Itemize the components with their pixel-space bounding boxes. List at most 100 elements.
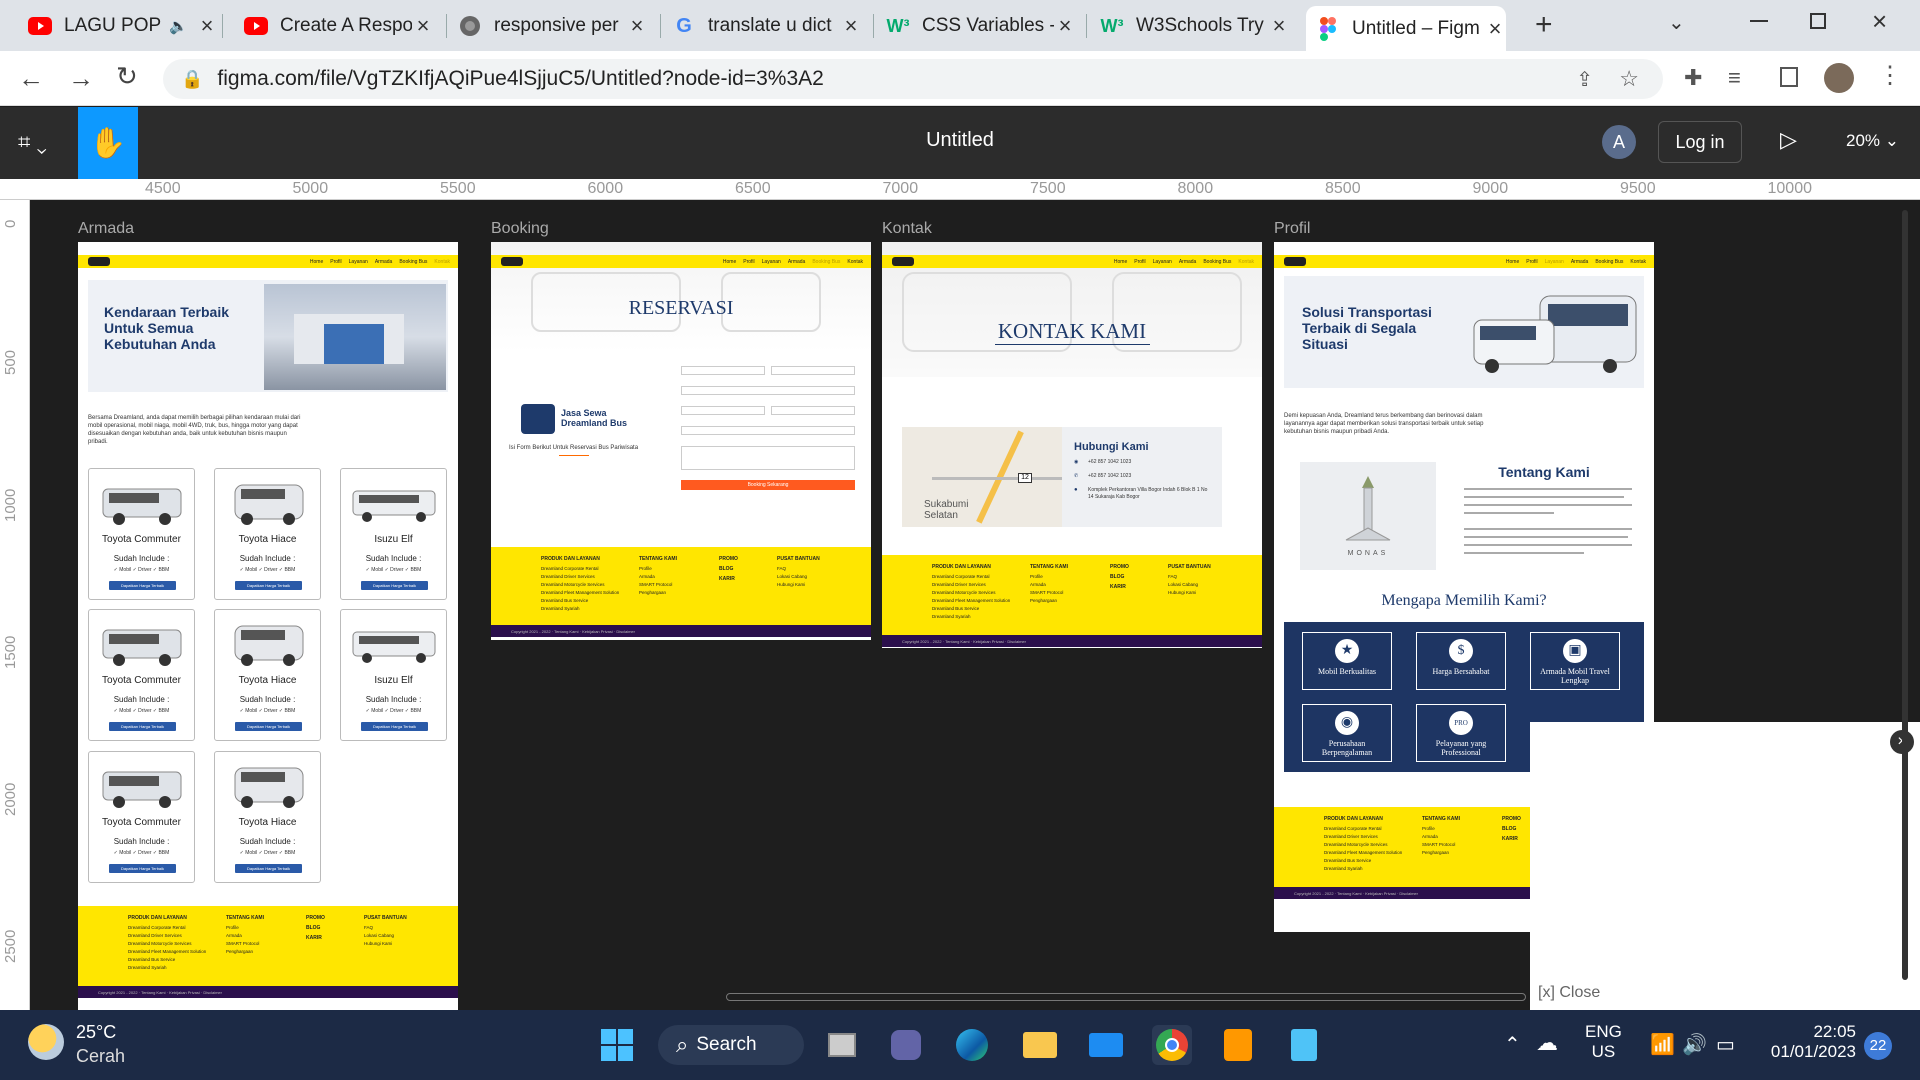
close-tab-icon[interactable]: × xyxy=(196,13,218,39)
nav-booking[interactable]: Booking Bus xyxy=(1595,259,1623,265)
price-button[interactable]: Dapatkan Harga Terbaik xyxy=(235,581,302,590)
volume-icon[interactable]: 🔊 xyxy=(1682,1032,1707,1057)
side-panel-icon[interactable] xyxy=(1780,67,1798,87)
edge-icon[interactable] xyxy=(952,1025,992,1065)
chrome-icon[interactable] xyxy=(1152,1025,1192,1065)
nav-profil[interactable]: Profil xyxy=(330,259,341,265)
close-tab-icon[interactable]: × xyxy=(412,13,434,39)
end-date-input[interactable] xyxy=(771,406,855,415)
close-tab-icon[interactable]: × xyxy=(1484,16,1506,42)
booking-submit-button[interactable]: Booking Sekarang xyxy=(681,480,855,490)
tab-translate[interactable]: G translate u dict × xyxy=(662,6,862,46)
price-button[interactable]: Dapatkan Harga Terbaik xyxy=(361,581,428,590)
nav-booking[interactable]: Booking Bus xyxy=(399,259,427,265)
figma-canvas[interactable]: Armada Home Profil Layanan Armada Bookin… xyxy=(30,200,1920,1010)
vehicle-card[interactable]: Isuzu Elf Sudah Include : ✓ Mobil ✓ Driv… xyxy=(340,609,447,741)
extensions-icon[interactable]: ✚ xyxy=(1684,65,1702,91)
tab-lagu-pop[interactable]: LAGU POP 🔈 × xyxy=(18,6,218,46)
language-indicator[interactable]: ENG US xyxy=(1585,1022,1622,1062)
frame-armada[interactable]: Home Profil Layanan Armada Booking Bus K… xyxy=(78,242,458,1010)
tab-search-icon[interactable]: ⌄ xyxy=(1668,10,1685,35)
start-date-input[interactable] xyxy=(681,406,765,415)
maximize-button[interactable] xyxy=(1810,13,1826,29)
frame-label-armada[interactable]: Armada xyxy=(78,220,134,238)
close-link[interactable]: [x] Close xyxy=(1538,984,1600,1002)
file-explorer-icon[interactable] xyxy=(1020,1025,1060,1065)
profile-avatar[interactable] xyxy=(1824,63,1854,93)
nav-home[interactable]: Home xyxy=(723,259,736,265)
tab-figma[interactable]: Untitled – Figm × xyxy=(1306,6,1506,51)
speaker-icon[interactable]: 🔈 xyxy=(169,17,188,35)
nav-kontak[interactable]: Kontak xyxy=(1238,259,1254,265)
onedrive-icon[interactable]: ☁ xyxy=(1536,1030,1558,1056)
login-button[interactable]: Log in xyxy=(1658,121,1742,163)
overlay-panel[interactable]: × [x] Close xyxy=(1530,722,1920,1010)
nav-home[interactable]: Home xyxy=(1506,259,1519,265)
nav-kontak[interactable]: Kontak xyxy=(434,259,450,265)
price-button[interactable]: Dapatkan Harga Terbaik xyxy=(109,864,176,873)
reading-list-icon[interactable]: ≡ xyxy=(1728,65,1741,91)
vehicle-card[interactable]: Toyota Hiace Sudah Include : ✓ Mobil ✓ D… xyxy=(214,751,321,883)
back-icon[interactable]: ← xyxy=(18,63,44,94)
show-hidden-icons[interactable]: ⌃ xyxy=(1504,1032,1521,1057)
wifi-icon[interactable]: 📶 xyxy=(1650,1032,1675,1057)
new-tab-button[interactable]: + xyxy=(1535,8,1553,42)
frame-kontak[interactable]: Home Profil Layanan Armada Booking Bus K… xyxy=(882,242,1262,648)
nav-profil[interactable]: Profil xyxy=(1134,259,1145,265)
close-tab-icon[interactable]: × xyxy=(840,13,862,39)
nav-booking[interactable]: Booking Bus xyxy=(1203,259,1231,265)
vehicle-card[interactable]: Toyota Commuter Sudah Include : ✓ Mobil … xyxy=(88,751,195,883)
nav-home[interactable]: Home xyxy=(1114,259,1127,265)
nav-armada[interactable]: Armada xyxy=(375,259,393,265)
close-tab-icon[interactable]: × xyxy=(1054,13,1076,39)
nav-booking[interactable]: Booking Bus xyxy=(812,259,840,265)
armada-select[interactable] xyxy=(681,426,855,435)
frame-label-profil[interactable]: Profil xyxy=(1274,220,1310,238)
forward-icon[interactable]: → xyxy=(68,63,94,94)
email-input[interactable] xyxy=(771,366,855,375)
vehicle-card[interactable]: Toyota Hiace Sudah Include : ✓ Mobil ✓ D… xyxy=(214,468,321,600)
tab-responsive[interactable]: responsive per × xyxy=(448,6,648,46)
notepad-icon[interactable] xyxy=(1284,1025,1324,1065)
price-button[interactable]: Dapatkan Harga Terbaik xyxy=(235,864,302,873)
price-button[interactable]: Dapatkan Harga Terbaik xyxy=(109,581,176,590)
sublime-text-icon[interactable] xyxy=(1218,1025,1258,1065)
close-tab-icon[interactable]: × xyxy=(626,13,648,39)
price-button[interactable]: Dapatkan Harga Terbaik xyxy=(235,722,302,731)
message-textarea[interactable] xyxy=(681,446,855,470)
nav-kontak[interactable]: Kontak xyxy=(847,259,863,265)
nav-armada[interactable]: Armada xyxy=(788,259,806,265)
nav-kontak[interactable]: Kontak xyxy=(1630,259,1646,265)
user-avatar[interactable]: A xyxy=(1602,125,1636,159)
vertical-scrollbar[interactable] xyxy=(1902,210,1908,980)
vehicle-card[interactable]: Toyota Commuter Sudah Include : ✓ Mobil … xyxy=(88,468,195,600)
nav-layanan[interactable]: Layanan xyxy=(1153,259,1172,265)
nav-armada[interactable]: Armada xyxy=(1571,259,1589,265)
url-field[interactable]: 🔒 figma.com/file/VgTZKIfjAQiPue4lSjjuC5/… xyxy=(163,59,1663,99)
nav-layanan[interactable]: Layanan xyxy=(1545,259,1564,265)
bookmark-star-icon[interactable]: ☆ xyxy=(1619,66,1639,92)
tab-create-responsive[interactable]: Create A Respo × xyxy=(234,6,434,46)
nav-profil[interactable]: Profil xyxy=(1526,259,1537,265)
temperature[interactable]: 25°C xyxy=(76,1022,116,1043)
zoom-dropdown[interactable]: 20% ⌄ xyxy=(1846,131,1899,151)
whatsapp-input[interactable] xyxy=(681,386,855,395)
weather-icon[interactable] xyxy=(28,1024,64,1060)
nav-armada[interactable]: Armada xyxy=(1179,259,1197,265)
share-icon[interactable]: ⇪ xyxy=(1576,67,1593,92)
teams-chat-icon[interactable] xyxy=(886,1025,926,1065)
vehicle-card[interactable]: Toyota Commuter Sudah Include : ✓ Mobil … xyxy=(88,609,195,741)
close-window-button[interactable]: × xyxy=(1872,6,1887,37)
minimize-button[interactable] xyxy=(1750,20,1768,22)
vehicle-card[interactable]: Isuzu Elf Sudah Include : ✓ Mobil ✓ Driv… xyxy=(340,468,447,600)
price-button[interactable]: Dapatkan Harga Terbaik xyxy=(109,722,176,731)
nav-profil[interactable]: Profil xyxy=(743,259,754,265)
notification-badge[interactable]: 22 xyxy=(1864,1032,1892,1060)
frame-label-kontak[interactable]: Kontak xyxy=(882,220,932,238)
frame-booking[interactable]: Home Profil Layanan Armada Booking Bus K… xyxy=(491,242,871,640)
mail-icon[interactable] xyxy=(1086,1025,1126,1065)
close-tab-icon[interactable]: × xyxy=(1268,13,1290,39)
nav-layanan[interactable]: Layanan xyxy=(762,259,781,265)
windows-start-icon[interactable] xyxy=(597,1025,637,1065)
tab-w3schools-try[interactable]: W³ W3Schools Try × xyxy=(1090,6,1290,46)
